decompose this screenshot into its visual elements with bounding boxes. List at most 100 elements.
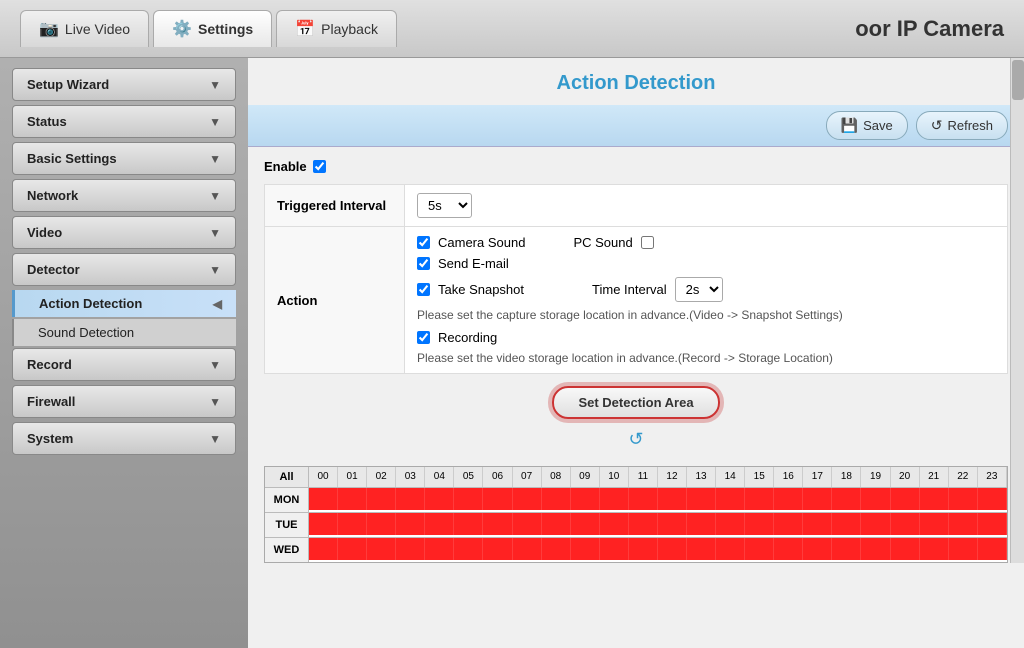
schedule-cell[interactable] xyxy=(949,513,978,535)
pc-sound-checkbox[interactable] xyxy=(641,236,654,249)
camera-sound-checkbox[interactable] xyxy=(417,236,430,249)
schedule-cell[interactable] xyxy=(861,538,890,560)
schedule-cell[interactable] xyxy=(861,488,890,510)
schedule-cell[interactable] xyxy=(658,538,687,560)
schedule-cell[interactable] xyxy=(658,513,687,535)
recording-checkbox[interactable] xyxy=(417,331,430,344)
schedule-cell[interactable] xyxy=(483,513,512,535)
schedule-cell[interactable] xyxy=(978,488,1007,510)
schedule-cell[interactable] xyxy=(629,538,658,560)
tab-settings[interactable]: ⚙️ Settings xyxy=(153,10,272,47)
schedule-cell[interactable] xyxy=(891,538,920,560)
schedule-cell[interactable] xyxy=(629,488,658,510)
schedule-cell[interactable] xyxy=(425,513,454,535)
sidebar-item-system[interactable]: System ▼ xyxy=(12,422,236,455)
schedule-cell[interactable] xyxy=(513,513,542,535)
schedule-cell[interactable] xyxy=(309,488,338,510)
refresh-button[interactable]: ↺ Refresh xyxy=(916,111,1008,140)
schedule-cell[interactable] xyxy=(920,538,949,560)
schedule-cell[interactable] xyxy=(367,513,396,535)
schedule-cell[interactable] xyxy=(367,538,396,560)
schedule-cell[interactable] xyxy=(396,538,425,560)
tab-playback[interactable]: 📅 Playback xyxy=(276,10,397,47)
schedule-cell[interactable] xyxy=(513,488,542,510)
schedule-cell[interactable] xyxy=(600,538,629,560)
sidebar-sub-item-action-detection[interactable]: Action Detection ◀ xyxy=(12,290,236,317)
schedule-cell[interactable] xyxy=(338,538,367,560)
schedule-cell[interactable] xyxy=(454,488,483,510)
hour-header-cell: 01 xyxy=(338,467,367,487)
schedule-cell[interactable] xyxy=(542,488,571,510)
schedule-cell[interactable] xyxy=(745,488,774,510)
schedule-cell[interactable] xyxy=(571,513,600,535)
schedule-cell[interactable] xyxy=(600,488,629,510)
schedule-cell[interactable] xyxy=(571,488,600,510)
schedule-cell[interactable] xyxy=(832,513,861,535)
set-detection-area-button[interactable]: Set Detection Area xyxy=(552,386,719,419)
send-email-checkbox[interactable] xyxy=(417,257,430,270)
schedule-cell[interactable] xyxy=(687,538,716,560)
right-scrollbar[interactable] xyxy=(1010,58,1024,563)
schedule-cell[interactable] xyxy=(687,513,716,535)
schedule-cell[interactable] xyxy=(745,538,774,560)
schedule-cell[interactable] xyxy=(803,488,832,510)
schedule-cell[interactable] xyxy=(425,538,454,560)
schedule-cell[interactable] xyxy=(891,513,920,535)
save-button[interactable]: 💾 Save xyxy=(826,111,908,140)
schedule-cell[interactable] xyxy=(338,513,367,535)
recording-hint: Please set the video storage location in… xyxy=(417,351,995,365)
sidebar-item-detector[interactable]: Detector ▼ xyxy=(12,253,236,286)
schedule-cell[interactable] xyxy=(571,538,600,560)
schedule-cell[interactable] xyxy=(920,488,949,510)
sidebar-item-status[interactable]: Status ▼ xyxy=(12,105,236,138)
schedule-cell[interactable] xyxy=(803,538,832,560)
schedule-cell[interactable] xyxy=(542,538,571,560)
sidebar-item-video[interactable]: Video ▼ xyxy=(12,216,236,249)
sidebar-sub-item-sound-detection[interactable]: Sound Detection xyxy=(12,319,236,346)
schedule-cell[interactable] xyxy=(658,488,687,510)
schedule-cell[interactable] xyxy=(832,538,861,560)
schedule-cell[interactable] xyxy=(745,513,774,535)
sidebar-item-network[interactable]: Network ▼ xyxy=(12,179,236,212)
schedule-cell[interactable] xyxy=(891,488,920,510)
schedule-cell[interactable] xyxy=(687,488,716,510)
schedule-cell[interactable] xyxy=(716,488,745,510)
take-snapshot-checkbox[interactable] xyxy=(417,283,430,296)
schedule-cell[interactable] xyxy=(600,513,629,535)
schedule-cell[interactable] xyxy=(920,513,949,535)
schedule-cell[interactable] xyxy=(861,513,890,535)
enable-checkbox[interactable] xyxy=(313,160,326,173)
schedule-cell[interactable] xyxy=(774,538,803,560)
schedule-cell[interactable] xyxy=(716,538,745,560)
schedule-cell[interactable] xyxy=(309,538,338,560)
schedule-cell[interactable] xyxy=(454,538,483,560)
triggered-interval-select[interactable]: 5s 1s 2s 3s 4s 10s 15s 30s 60s xyxy=(417,193,472,218)
schedule-cell[interactable] xyxy=(454,513,483,535)
schedule-cell[interactable] xyxy=(949,538,978,560)
schedule-cell[interactable] xyxy=(803,513,832,535)
schedule-cell[interactable] xyxy=(978,513,1007,535)
schedule-cell[interactable] xyxy=(774,488,803,510)
schedule-cell[interactable] xyxy=(542,513,571,535)
schedule-cell[interactable] xyxy=(978,538,1007,560)
sidebar-item-setup-wizard[interactable]: Setup Wizard ▼ xyxy=(12,68,236,101)
time-interval-select[interactable]: 2s 1s 3s 5s xyxy=(675,277,723,302)
schedule-cell[interactable] xyxy=(716,513,745,535)
sidebar-item-firewall[interactable]: Firewall ▼ xyxy=(12,385,236,418)
sidebar-item-record[interactable]: Record ▼ xyxy=(12,348,236,381)
schedule-cell[interactable] xyxy=(629,513,658,535)
sidebar-item-basic-settings[interactable]: Basic Settings ▼ xyxy=(12,142,236,175)
schedule-cell[interactable] xyxy=(513,538,542,560)
schedule-cell[interactable] xyxy=(483,488,512,510)
schedule-cell[interactable] xyxy=(396,488,425,510)
schedule-cell[interactable] xyxy=(832,488,861,510)
schedule-cell[interactable] xyxy=(483,538,512,560)
schedule-cell[interactable] xyxy=(367,488,396,510)
schedule-cell[interactable] xyxy=(425,488,454,510)
schedule-cell[interactable] xyxy=(338,488,367,510)
schedule-cell[interactable] xyxy=(949,488,978,510)
schedule-cell[interactable] xyxy=(309,513,338,535)
tab-live-video[interactable]: 📷 Live Video xyxy=(20,10,149,47)
schedule-cell[interactable] xyxy=(774,513,803,535)
schedule-cell[interactable] xyxy=(396,513,425,535)
